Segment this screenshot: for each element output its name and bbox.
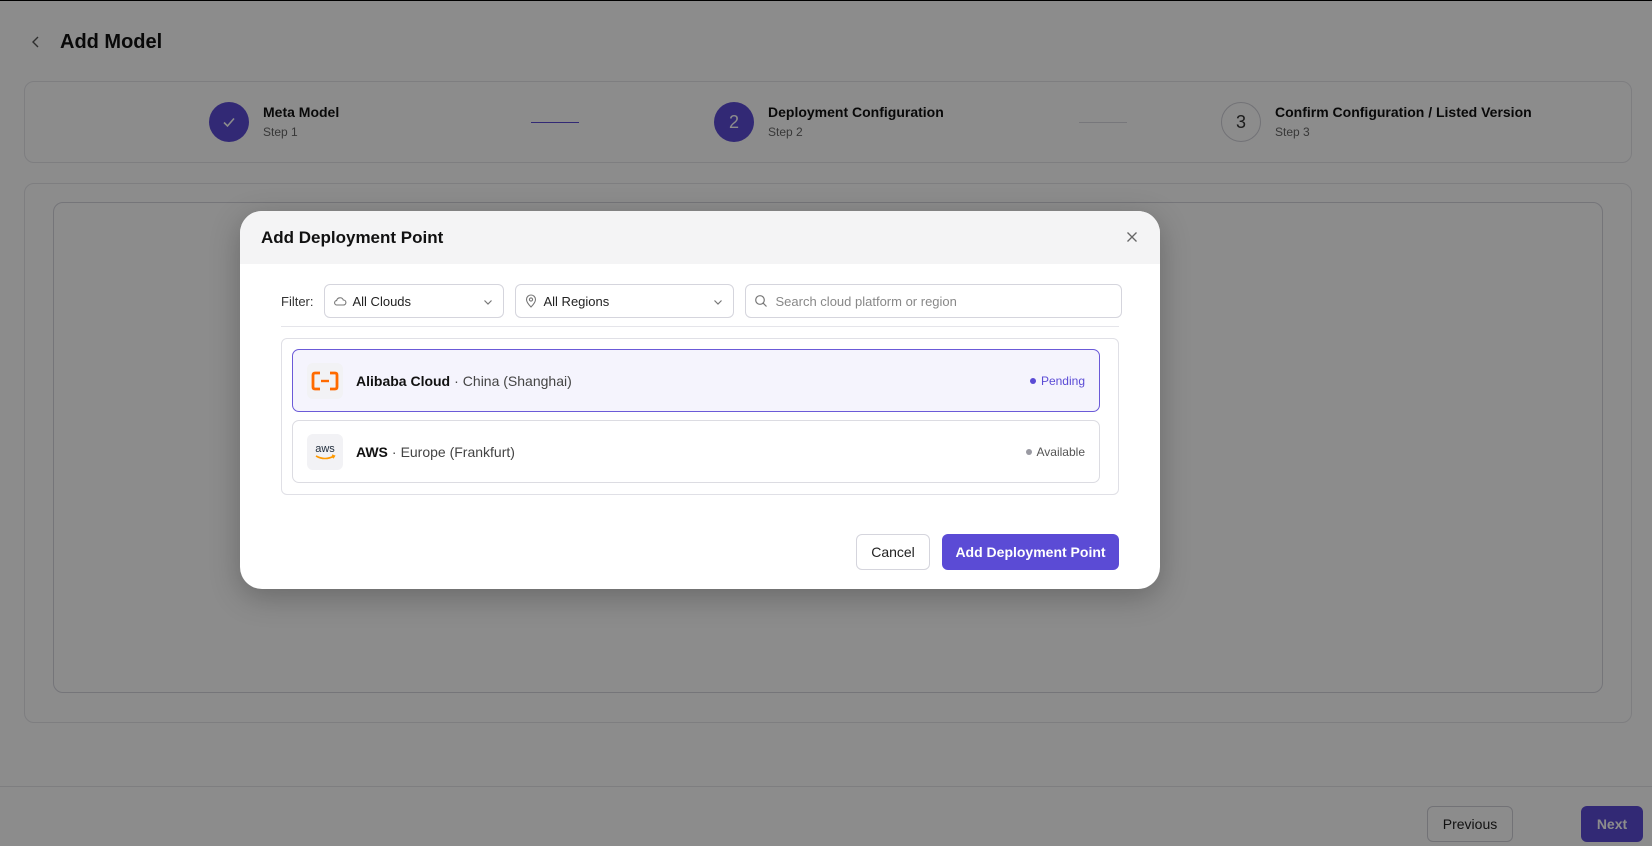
dialog-title: Add Deployment Point (261, 227, 444, 247)
filter-divider (281, 326, 1119, 327)
aws-logo-text: aws (315, 443, 335, 455)
separator-dot: · (391, 443, 397, 460)
list-item-aws[interactable]: aws AWS · Europe (Frankfurt) Available (292, 420, 1100, 483)
dialog-header: Add Deployment Point (240, 211, 1160, 264)
close-button[interactable] (1120, 225, 1144, 249)
search-icon (754, 294, 768, 308)
region-name: China (Shanghai) (462, 372, 572, 389)
provider-name: Alibaba Cloud (356, 372, 451, 389)
provider-name: AWS (356, 443, 388, 460)
filter-label: Filter: (281, 293, 314, 309)
separator-dot: · (454, 372, 459, 389)
status-text: Pending (1040, 373, 1085, 388)
deployment-point-list: Alibaba Cloud · China (Shanghai) Pending… (281, 338, 1119, 495)
close-icon (1127, 232, 1137, 242)
map-pin-icon (524, 294, 538, 308)
add-deployment-point-dialog: Add Deployment Point Filter: All Clouds … (240, 211, 1160, 589)
cloud-filter-select[interactable]: All Clouds (323, 284, 504, 318)
cloud-filter-value: All Clouds (352, 293, 412, 309)
status-badge: Available (1025, 444, 1085, 459)
region-filter-select[interactable]: All Regions (514, 284, 734, 318)
filter-row: Filter: All Clouds All Regions (281, 284, 1122, 318)
list-item-alibaba-cloud[interactable]: Alibaba Cloud · China (Shanghai) Pending (292, 349, 1100, 412)
cloud-icon (333, 294, 347, 308)
search-input[interactable] (775, 293, 1106, 309)
chevron-down-icon (482, 296, 494, 308)
aws-logo: aws (307, 433, 343, 470)
status-dot (1025, 448, 1032, 455)
add-deployment-point-button[interactable]: Add Deployment Point (942, 534, 1119, 570)
chevron-down-icon (712, 296, 724, 308)
region-name: Europe (Frankfurt) (400, 443, 515, 460)
cancel-button[interactable]: Cancel (856, 534, 930, 570)
status-dot (1029, 377, 1036, 384)
region-filter-value: All Regions (543, 293, 610, 309)
alibaba-cloud-logo (307, 362, 343, 399)
status-badge: Pending (1029, 373, 1085, 388)
status-text: Available (1036, 444, 1085, 459)
search-box[interactable] (744, 284, 1122, 318)
